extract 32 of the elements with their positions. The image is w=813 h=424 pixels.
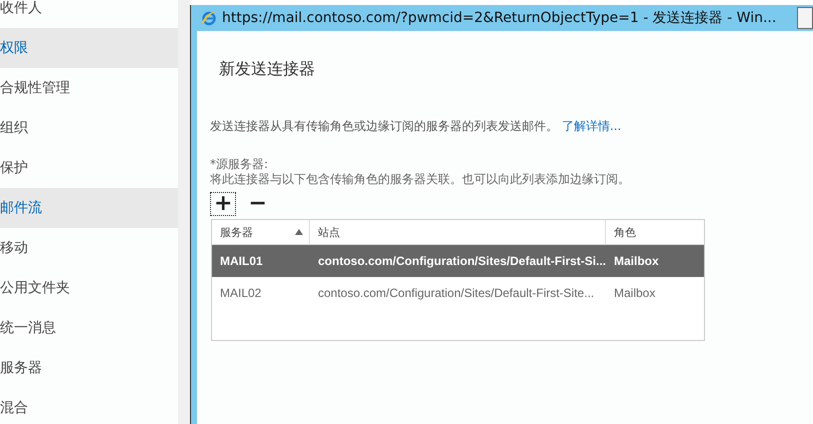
sidebar-item[interactable]: 组织 [0,108,178,148]
learn-more-link[interactable]: 了解详情... [562,119,622,133]
table-cell-text: contoso.com/Configuration/Sites/Default-First-Si... [317,254,606,268]
dialog-heading: 新发送连接器 [219,59,316,80]
sidebar-item[interactable]: 移动 [0,228,178,268]
table-cell-text: MAIL01 [219,254,264,268]
sidebar-item[interactable]: 权限 [0,28,178,68]
table-cell-text: Mailbox [613,286,656,300]
table-cell-text: MAIL02 [219,286,262,300]
window-title: https://mail.contoso.com/?pwmcid=2&ReturnObjectType=1 - 发送连接器 - Win... [222,9,776,27]
table-cell-text: Mailbox [613,254,660,268]
window-control-button[interactable] [797,7,813,29]
sidebar-item[interactable]: 混合 [0,388,178,424]
table-row[interactable]: MAIL01 contoso.com/Configuration/Sites/Default-First-Si... Mailbox [212,245,704,277]
sidebar-item[interactable]: 邮件流 [0,188,178,228]
browser-logo-icon [201,10,217,26]
column-header[interactable]: 站点 [310,220,606,244]
sidebar-item[interactable]: 收件人 [0,0,178,28]
field-label: *源服务器: [210,157,270,172]
table-cell-text: contoso.com/Configuration/Sites/Default-First-Site... [317,286,596,300]
sidebar-item[interactable]: 统一消息 [0,308,178,348]
field-hint: 将此连接器与以下包含传输角色的服务器关联。也可以向此列表添加边缘订阅。 [210,172,631,187]
column-header[interactable]: 服务器 [212,220,310,244]
description-text: 发送连接器从具有传输角色或边缘订阅的服务器的列表发送邮件。 [210,119,558,133]
column-header[interactable]: 角色 [606,220,702,244]
sidebar-item[interactable]: 保护 [0,148,178,188]
remove-button[interactable]: − [244,192,271,216]
sidebar-item[interactable]: 公用文件夹 [0,268,178,308]
sidebar-item[interactable]: 合规性管理 [0,68,178,108]
table-row[interactable]: MAIL02 contoso.com/Configuration/Sites/Default-First-Site... Mailbox [212,277,704,309]
add-button[interactable]: + [210,192,236,216]
sidebar-item[interactable]: 服务器 [0,348,178,388]
